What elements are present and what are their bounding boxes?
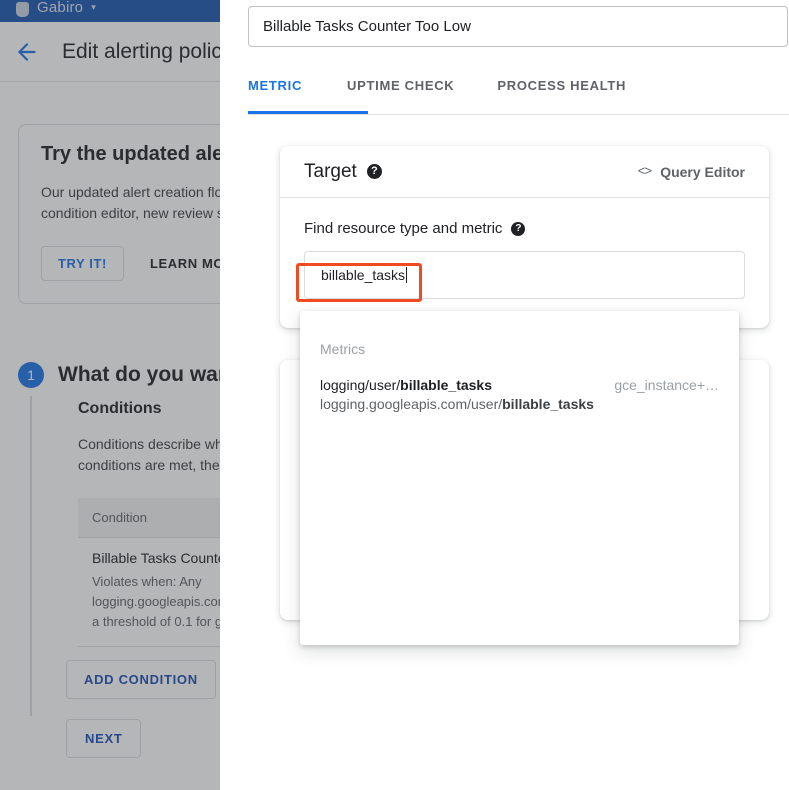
tab-metric[interactable]: METRIC [248,68,302,93]
google-cloud-topbar: Gabiro ▾ [0,0,220,22]
add-condition-button[interactable]: ADD CONDITION [66,660,216,699]
conditions-table-header: Condition [78,498,220,538]
promo-card: Try the updated alerting experience Our … [18,124,220,304]
google-cloud-logo-icon [16,1,29,17]
query-editor-label: Query Editor [660,163,745,180]
project-selector-label[interactable]: Gabiro [37,0,83,16]
dropdown-item-sub-match: billable_tasks [502,396,594,412]
tab-uptime-check[interactable]: UPTIME CHECK [347,68,454,93]
dropdown-item-sub-prefix: logging.googleapis.com/user/ [320,396,503,412]
code-brackets-icon: <> [637,164,653,179]
promo-text-line-2: condition editor, new review step, and c… [41,205,220,221]
dropdown-item-subtitle: logging.googleapis.com/user/billable_tas… [320,396,719,412]
conditions-table: Condition Billable Tasks Counter Too Low… [78,498,220,647]
query-editor-button[interactable]: <> Query Editor [638,164,745,180]
dropdown-item-resource: gce_instance+… [614,377,719,393]
active-tab-indicator [248,111,368,114]
conditions-heading: Conditions [78,400,162,417]
conditions-section: Conditions Conditions describe when a re… [78,400,220,647]
condition-row-desc-line-3: a threshold of 0.1 for greater than 5 mi… [92,614,220,629]
target-card-title: Target [304,160,357,182]
help-circle-icon[interactable]: ? [511,221,526,236]
chevron-down-icon[interactable]: ▾ [91,2,96,13]
conditions-buttons: ADD CONDITION NEXT [66,660,216,758]
dropdown-group-label: Metrics [320,341,366,357]
metric-field-label: Find resource type and metric [304,220,503,237]
tab-process-health[interactable]: PROCESS HEALTH [497,68,626,93]
condition-row-name: Billable Tasks Counter Too Low [92,550,220,566]
conditions-desc-line-1: Conditions describe when a resource is u… [78,436,220,452]
help-circle-icon[interactable]: ? [366,164,382,179]
metric-autocomplete-dropdown: Metrics logging/user/billable_tasks gce_… [300,311,739,645]
promo-title: Try the updated alerting experience [41,143,220,165]
dropdown-item-name-prefix: logging/user/ [320,377,401,393]
condition-type-tabs: METRIC UPTIME CHECK PROCESS HEALTH [248,68,789,115]
step-title: What do you want to track? [58,363,220,386]
condition-row-desc-line-1: Violates when: Any [92,574,202,589]
learn-more-button[interactable]: LEARN MORE [150,256,220,271]
background-app: Gabiro ▾ Edit alerting policy Try the up… [0,0,220,790]
promo-text-line-1: Our updated alert creation flow makes it… [41,184,220,200]
condition-name-input[interactable]: Billable Tasks Counter Too Low [248,6,788,47]
table-row[interactable]: Billable Tasks Counter Too Low Violates … [78,538,220,647]
screen-root: Gabiro ▾ Edit alerting policy Try the up… [0,0,789,790]
step-number-badge: 1 [18,362,44,388]
page-header: Edit alerting policy [0,22,220,82]
try-it-button[interactable]: TRY IT! [41,246,124,281]
next-button[interactable]: NEXT [66,719,142,758]
highlight-annotation-box [296,263,422,302]
condition-name-value: Billable Tasks Counter Too Low [263,18,471,35]
step-1-header: 1 What do you want to track? [18,362,220,388]
target-card-header: Target ? <> Query Editor [280,146,769,198]
page-title: Edit alerting policy [62,39,220,63]
back-arrow-icon[interactable] [14,39,40,65]
list-item[interactable]: logging/user/billable_tasks gce_instance… [300,357,739,412]
dropdown-item-name: logging/user/billable_tasks [320,377,492,393]
step-rail [30,396,32,716]
metric-field-label-group: Find resource type and metric ? [304,220,745,237]
conditions-desc-line-2: conditions are met, the policy triggers … [78,457,220,473]
promo-actions: TRY IT! LEARN MORE [41,246,220,281]
dropdown-item-name-match: billable_tasks [400,377,492,393]
target-title-group: Target ? [304,161,382,183]
dropdown-item-primary-row: logging/user/billable_tasks gce_instance… [320,377,719,393]
condition-row-desc-line-2: logging.googleapis.com/user/billable_tas… [92,594,220,609]
